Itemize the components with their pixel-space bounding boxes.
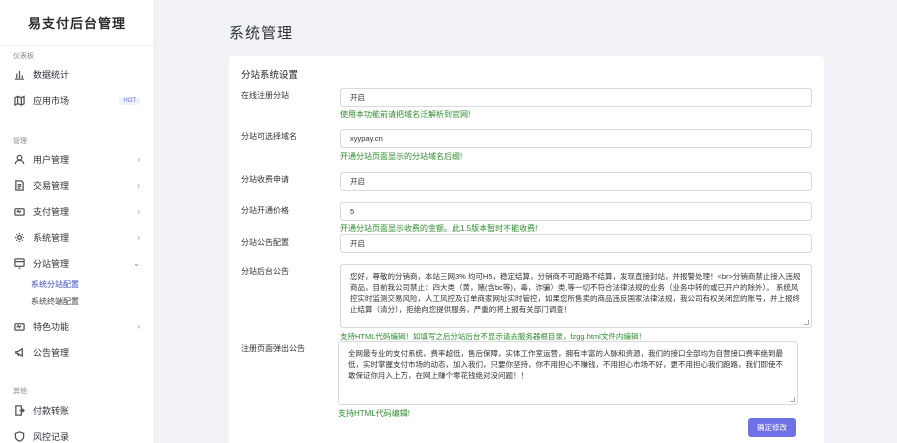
gear-icon: [13, 232, 25, 244]
chevron-right-icon: ›: [137, 155, 140, 165]
field-label: 分站后台公告: [241, 267, 289, 276]
chevron-right-icon: ›: [137, 181, 140, 191]
field-label: 分站收费申请: [241, 175, 289, 184]
bar-chart-icon: [13, 69, 25, 81]
announcement-config-select[interactable]: 开启: [340, 234, 812, 253]
sidebar-item-label: 系统管理: [33, 233, 70, 244]
document-icon: [13, 180, 25, 192]
sidebar-item-transfer[interactable]: 付款转账: [0, 398, 154, 424]
nav-group-manage: 管理: [13, 138, 27, 145]
main-content: 系统管理 分站系统设置 在线注册分站 开启 使用本功能前请把域名泛解析到官网! …: [155, 0, 897, 443]
page-title: 系统管理: [229, 25, 294, 42]
field-label: 分站可选择域名: [241, 132, 297, 141]
resize-handle-icon[interactable]: [790, 397, 795, 402]
sidebar-item-users[interactable]: 用户管理 ›: [0, 147, 154, 173]
field-hint: 开通分站页面显示收费的金额。此1.5版本暂时不能收费!: [340, 224, 538, 233]
sidebar-item-transactions[interactable]: 交易管理 ›: [0, 173, 154, 199]
submenu-item-substation-config[interactable]: 系统分站配置: [0, 277, 79, 292]
field-hint: 支持HTML代码编辑!: [338, 409, 410, 418]
submenu-item-terminal-config[interactable]: 系统终端配置: [0, 294, 79, 309]
payment-icon: [13, 206, 25, 218]
sidebar: 易支付后台管理 仪表板 数据统计 应用市场 HOT 管理 用户管理 › 交易管理…: [0, 0, 155, 443]
chevron-right-icon: ›: [137, 322, 140, 332]
sidebar-item-payments[interactable]: 支付管理 ›: [0, 199, 154, 225]
fee-apply-select[interactable]: 开启: [340, 172, 812, 191]
sidebar-item-label: 分站管理: [33, 259, 70, 270]
price-input[interactable]: 5: [340, 202, 812, 221]
sidebar-item-label: 特色功能: [33, 322, 70, 333]
resize-handle-icon[interactable]: [804, 320, 809, 325]
card-title: 分站系统设置: [241, 70, 299, 81]
hot-badge: HOT: [119, 96, 140, 105]
sidebar-item-label: 交易管理: [33, 181, 70, 192]
nav-group-other: 其他: [13, 388, 27, 395]
chevron-right-icon: ›: [137, 207, 140, 217]
textarea-content: 全网最专业的支付系统，费率超低，售后保障，实体工作室运营，拥有丰富的人脉和资源，…: [348, 349, 783, 380]
sidebar-item-announcements[interactable]: 公告管理: [0, 340, 154, 366]
chevron-right-icon: ›: [137, 233, 140, 243]
field-label: 注册页面弹出公告: [241, 344, 305, 353]
sidebar-item-label: 用户管理: [33, 155, 70, 166]
sidebar-item-label: 付款转账: [33, 406, 70, 417]
feature-icon: [13, 321, 25, 333]
sidebar-item-features[interactable]: 特色功能 ›: [0, 314, 154, 340]
submit-button[interactable]: 确定修改: [748, 418, 796, 437]
textarea-content: 您好，尊敬的分销商，本站三网3% 均可H5，稳定结算，分销商不可跑路不结算，发现…: [350, 272, 801, 314]
user-icon: [13, 154, 25, 166]
transfer-icon: [13, 405, 25, 417]
sidebar-item-app-market[interactable]: 应用市场 HOT: [0, 88, 154, 114]
register-popup-textarea[interactable]: 全网最专业的支付系统，费率超低，售后保障，实体工作室运营，拥有丰富的人脉和资源，…: [338, 341, 798, 405]
sidebar-item-statistics[interactable]: 数据统计: [0, 62, 154, 88]
sidebar-item-risk-control[interactable]: 风控记录: [0, 424, 154, 443]
field-label: 分站公告配置: [241, 238, 289, 247]
megaphone-icon: [13, 347, 25, 359]
shield-icon: [13, 431, 25, 443]
field-label: 分站开通价格: [241, 206, 289, 215]
map-icon: [13, 95, 25, 107]
sidebar-item-label: 公告管理: [33, 348, 70, 359]
substation-icon: [13, 258, 25, 270]
sidebar-item-label: 支付管理: [33, 207, 70, 218]
sidebar-item-substations[interactable]: 分站管理 ⌄: [0, 251, 154, 277]
field-hint: 开通分站页面显示的分站域名后缀!: [340, 152, 463, 161]
backend-announcement-textarea[interactable]: 您好，尊敬的分销商，本站三网3% 均可H5，稳定结算，分销商不可跑路不结算，发现…: [340, 264, 812, 328]
sidebar-item-label: 数据统计: [33, 70, 70, 81]
nav-group-dashboard: 仪表板: [13, 53, 34, 60]
app-title: 易支付后台管理: [0, 0, 154, 46]
online-register-select[interactable]: 开启: [340, 88, 812, 107]
sidebar-item-label: 应用市场: [33, 96, 70, 107]
settings-card: 分站系统设置 在线注册分站 开启 使用本功能前请把域名泛解析到官网! 分站可选择…: [229, 56, 824, 443]
field-hint: 使用本功能前请把域名泛解析到官网!: [340, 110, 471, 119]
field-label: 在线注册分站: [241, 91, 289, 100]
sidebar-item-system[interactable]: 系统管理 ›: [0, 225, 154, 251]
chevron-down-icon: ⌄: [133, 259, 140, 269]
domain-input[interactable]: xyypay.cn: [340, 129, 812, 148]
sidebar-item-label: 风控记录: [33, 432, 70, 443]
